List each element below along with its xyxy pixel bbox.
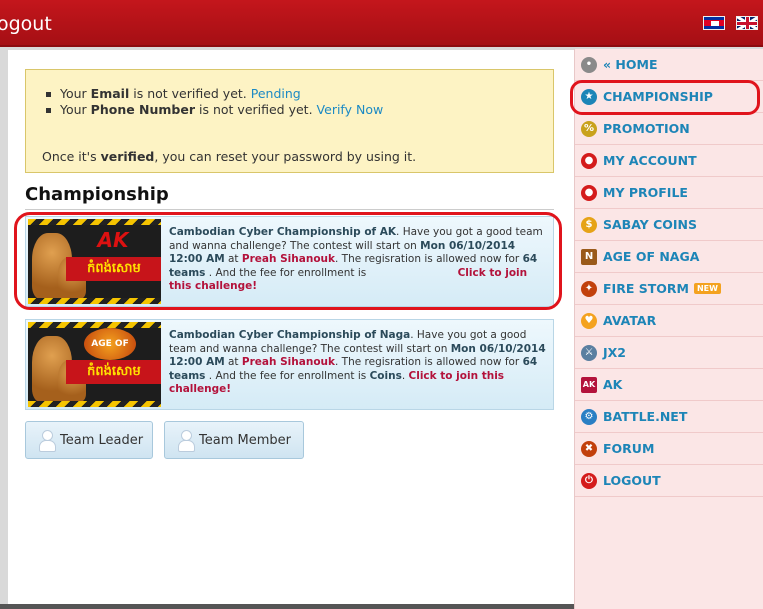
sidebar-item-home[interactable]: • « HOME: [575, 49, 763, 81]
avatar-icon: ♥: [581, 312, 597, 329]
sidebar-item-forum[interactable]: ✖ FORUM: [575, 433, 763, 465]
logout-icon: ⏻: [581, 472, 597, 489]
firestorm-icon: ✦: [581, 280, 597, 297]
sidebar-item-age-of-naga[interactable]: N AGE OF NAGA: [575, 241, 763, 273]
championship-banner-naga[interactable]: AGE OF NAGA កំពង់សោម: [28, 322, 161, 407]
bottom-edge: [0, 604, 574, 609]
main-content: Your Email is not verified yet. Pending …: [8, 50, 574, 609]
home-icon: •: [581, 56, 597, 73]
championship-card-naga[interactable]: AGE OF NAGA កំពង់សោម Cambodian Cyber Cha…: [25, 319, 554, 410]
person-icon: [177, 430, 195, 452]
sidebar-item-logout[interactable]: ⏻ LOGOUT: [575, 465, 763, 497]
jx2-icon: ⚔: [581, 344, 597, 361]
sidebar-item-avatar[interactable]: ♥ AVATAR: [575, 305, 763, 337]
top-header: ogout: [0, 0, 763, 47]
uk-flag-icon[interactable]: [736, 16, 758, 30]
naga-logo: AGE OF NAGA: [84, 328, 136, 381]
coins-icon: $: [581, 216, 597, 233]
account-icon: ●: [581, 152, 597, 169]
team-leader-button[interactable]: Team Leader: [25, 421, 153, 459]
page-title: Championship: [25, 184, 554, 210]
verification-notice: Your Email is not verified yet. Pending …: [25, 69, 554, 173]
annotation-highlight: [570, 80, 760, 115]
battlenet-icon: ⚙: [581, 408, 597, 425]
sidebar-item-battle-net[interactable]: ⚙ BATTLE.NET: [575, 401, 763, 433]
ak-icon: AK: [581, 376, 597, 393]
cambodia-flag-icon[interactable]: [703, 16, 725, 30]
profile-icon: ●: [581, 184, 597, 201]
sidebar-item-my-account[interactable]: ● MY ACCOUNT: [575, 145, 763, 177]
forum-icon: ✖: [581, 440, 597, 457]
sidebar-item-ak[interactable]: AK AK: [575, 369, 763, 401]
verify-now-link[interactable]: Verify Now: [317, 102, 384, 117]
new-badge: NEW: [693, 283, 721, 294]
pending-link[interactable]: Pending: [251, 86, 301, 101]
naga-icon: N: [581, 248, 597, 265]
team-member-button[interactable]: Team Member: [164, 421, 304, 459]
verification-note: Once it's verified, you can reset your p…: [42, 149, 417, 164]
sidebar-item-fire-storm[interactable]: ✦ FIRE STORM NEW: [575, 273, 763, 305]
promotion-icon: %: [581, 120, 597, 137]
sidebar-nav: • « HOME ★ CHAMPIONSHIP % PROMOTION ● MY…: [570, 49, 763, 609]
sidebar-item-promotion[interactable]: % PROMOTION: [575, 113, 763, 145]
sidebar-item-sabay-coins[interactable]: $ SABAY COINS: [575, 209, 763, 241]
sidebar-item-my-profile[interactable]: ● MY PROFILE: [575, 177, 763, 209]
championship-description: Cambodian Cyber Championship of Naga. Ha…: [169, 329, 546, 396]
header-title[interactable]: ogout: [0, 13, 52, 35]
sidebar-item-jx2[interactable]: ⚔ JX2: [575, 337, 763, 369]
annotation-highlight: [14, 212, 562, 310]
email-notice: Your Email is not verified yet. Pending: [46, 86, 383, 102]
banner-text: កំពង់សោម: [66, 360, 161, 384]
phone-notice: Your Phone Number is not verified yet. V…: [46, 102, 383, 118]
person-icon: [38, 430, 56, 452]
